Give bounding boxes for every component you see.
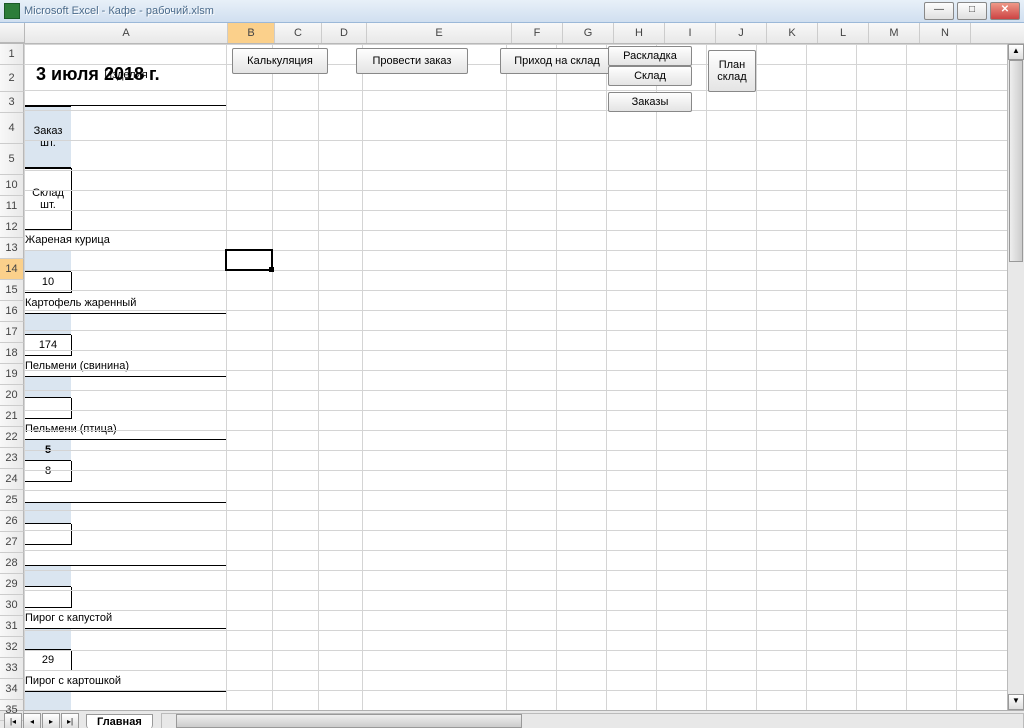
row-header-3[interactable]: 3 (0, 92, 24, 113)
horizontal-scrollbar[interactable] (161, 713, 1024, 728)
tab-next-button[interactable]: ▸ (42, 713, 60, 728)
left-item-name: Жареная курица (24, 230, 227, 251)
active-cell (225, 249, 273, 271)
left-item-stock (24, 524, 72, 545)
left-item-order (24, 251, 71, 272)
row-header-29[interactable]: 29 (0, 574, 24, 595)
row-headers: 1234510111213141516171819202122232425262… (0, 44, 24, 710)
row-header-32[interactable]: 32 (0, 637, 24, 658)
col-header-H[interactable]: H (614, 23, 665, 43)
column-headers: ABCDEFGHIJKLMN (0, 23, 1024, 44)
col-header-C[interactable]: C (275, 23, 322, 43)
order-button[interactable]: Провести заказ (356, 48, 468, 74)
row-header-27[interactable]: 27 (0, 532, 24, 553)
sheet-tab[interactable]: Главная (86, 714, 153, 728)
row-header-30[interactable]: 30 (0, 595, 24, 616)
row-header-28[interactable]: 28 (0, 553, 24, 574)
left-item-stock: 174 (24, 335, 72, 356)
col-header-F[interactable]: F (512, 23, 563, 43)
row-header-1[interactable]: 1 (0, 44, 24, 65)
vertical-scrollbar[interactable]: ▲ ▼ (1007, 44, 1024, 710)
col-header-A[interactable]: A (25, 23, 228, 43)
window-title: Microsoft Excel - Кафе - рабочий.xlsm (24, 5, 214, 17)
spreadsheet-grid[interactable]: 3 июля 2018 г.Калькуляция Провести заказ П… (24, 44, 1007, 710)
left-hdr-order: Заказшт. (24, 106, 71, 168)
tab-last-button[interactable]: ▸| (61, 713, 79, 728)
left-item-order (24, 314, 71, 335)
row-header-23[interactable]: 23 (0, 448, 24, 469)
row-header-15[interactable]: 15 (0, 280, 24, 301)
left-item-stock (24, 398, 72, 419)
minimize-button[interactable]: — (924, 2, 954, 20)
scroll-down-button[interactable]: ▼ (1008, 694, 1024, 710)
col-header-J[interactable]: J (716, 23, 767, 43)
row-header-2[interactable]: 2 (0, 65, 24, 92)
row-header-34[interactable]: 34 (0, 679, 24, 700)
row-header-4[interactable]: 4 (0, 113, 24, 144)
maximize-button[interactable]: □ (957, 2, 987, 20)
left-item-stock: 29 (24, 650, 72, 671)
col-header-B[interactable]: B (228, 23, 275, 43)
left-item-order (24, 629, 71, 650)
row-header-31[interactable]: 31 (0, 616, 24, 637)
layout-button[interactable]: Раскладка (608, 46, 692, 66)
orders-button[interactable]: Заказы (608, 92, 692, 112)
col-header-G[interactable]: G (563, 23, 614, 43)
row-header-12[interactable]: 12 (0, 217, 24, 238)
hscroll-thumb[interactable] (176, 714, 523, 728)
tab-prev-button[interactable]: ◂ (23, 713, 41, 728)
scroll-up-button[interactable]: ▲ (1008, 44, 1024, 60)
left-item-name: Пирог с капустой (24, 608, 227, 629)
col-header-I[interactable]: I (665, 23, 716, 43)
tab-first-button[interactable]: |◂ (4, 713, 22, 728)
left-item-name: Пирог с картошкой (24, 671, 227, 692)
left-item-order (24, 692, 71, 710)
left-item-order (24, 503, 71, 524)
row-header-11[interactable]: 11 (0, 196, 24, 217)
row-header-24[interactable]: 24 (0, 469, 24, 490)
row-header-10[interactable]: 10 (0, 175, 24, 196)
row-header-17[interactable]: 17 (0, 322, 24, 343)
income-button[interactable]: Приход на склад (500, 48, 614, 74)
row-header-25[interactable]: 25 (0, 490, 24, 511)
titlebar: Microsoft Excel - Кафе - рабочий.xlsm — … (0, 0, 1024, 23)
left-item-stock: 8 (24, 461, 72, 482)
row-header-16[interactable]: 16 (0, 301, 24, 322)
row-header-5[interactable]: 5 (0, 144, 24, 175)
row-header-21[interactable]: 21 (0, 406, 24, 427)
row-header-26[interactable]: 26 (0, 511, 24, 532)
col-header-K[interactable]: K (767, 23, 818, 43)
calc-button[interactable]: Калькуляция (232, 48, 328, 74)
close-button[interactable]: ✕ (990, 2, 1020, 20)
left-item-name (24, 482, 227, 503)
plan-button[interactable]: Плансклад (708, 50, 756, 92)
left-hdr-stock: Складшт. (24, 168, 72, 230)
stock-button[interactable]: Склад (608, 66, 692, 86)
row-header-13[interactable]: 13 (0, 238, 24, 259)
row-header-20[interactable]: 20 (0, 385, 24, 406)
row-header-33[interactable]: 33 (0, 658, 24, 679)
vscroll-thumb[interactable] (1009, 60, 1023, 262)
row-header-18[interactable]: 18 (0, 343, 24, 364)
row-header-19[interactable]: 19 (0, 364, 24, 385)
col-header-L[interactable]: L (818, 23, 869, 43)
left-item-name (24, 545, 227, 566)
left-item-order (24, 377, 71, 398)
col-header-D[interactable]: D (322, 23, 367, 43)
date-label: 3 июля 2018 г. (36, 64, 226, 90)
col-header-N[interactable]: N (920, 23, 971, 43)
left-item-name: Пельмени (свинина) (24, 356, 227, 377)
row-header-14[interactable]: 14 (0, 259, 24, 280)
excel-icon (4, 3, 20, 19)
sheet-tabbar: |◂ ◂ ▸ ▸| Главная (0, 710, 1024, 728)
row-header-22[interactable]: 22 (0, 427, 24, 448)
col-header-E[interactable]: E (367, 23, 512, 43)
col-header-M[interactable]: M (869, 23, 920, 43)
select-all-corner[interactable] (0, 23, 25, 43)
